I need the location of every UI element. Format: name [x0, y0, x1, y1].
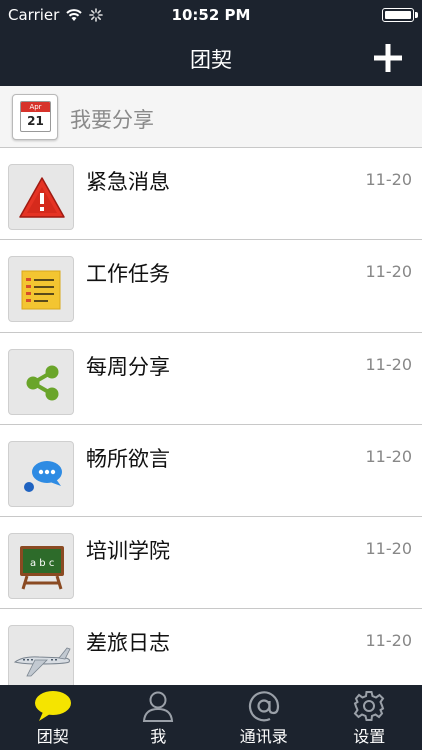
item-thumbnail	[8, 625, 74, 692]
item-date: 11-20	[365, 262, 413, 282]
calendar-month: Apr	[21, 102, 50, 112]
tab-contacts[interactable]: 通讯录	[211, 685, 317, 750]
svg-text:a b c: a b c	[30, 558, 54, 569]
at-sign-icon	[248, 691, 279, 722]
tab-bar: 团契 我 通讯录 设置	[0, 685, 422, 750]
category-list: 紧急消息 11-20 工作任务 11-20 每周分享 11-20 畅所欲言 11…	[0, 148, 422, 702]
page-title: 团契	[190, 48, 232, 72]
status-bar: Carrier 10:52 PM	[0, 0, 422, 30]
item-thumbnail	[8, 440, 74, 507]
item-thumbnail	[8, 164, 74, 230]
tab-settings[interactable]: 设置	[317, 685, 422, 750]
item-title: 工作任务	[86, 262, 170, 287]
calendar-day: 21	[27, 114, 44, 128]
share-icon	[26, 365, 59, 401]
item-date: 11-20	[365, 631, 413, 651]
item-date: 11-20	[365, 354, 413, 374]
tab-me[interactable]: 我	[106, 685, 212, 750]
item-thumbnail: a b c	[8, 533, 74, 600]
item-title: 培训学院	[86, 539, 170, 564]
navigation-bar: 团契	[0, 30, 422, 86]
list-item[interactable]: 每周分享 11-20	[0, 332, 422, 425]
speech-bubble-icon	[34, 691, 71, 721]
list-item[interactable]: 工作任务 11-20	[0, 240, 422, 333]
tab-fellowship[interactable]: 团契	[0, 685, 106, 750]
warning-icon	[19, 177, 65, 218]
list-item[interactable]: a b c 培训学院 11-20	[0, 517, 422, 610]
item-title: 差旅日志	[86, 631, 170, 656]
status-time: 10:52 PM	[171, 6, 251, 24]
add-button[interactable]	[370, 40, 406, 76]
item-title: 每周分享	[86, 354, 170, 379]
share-placeholder[interactable]: 我要分享	[70, 104, 154, 134]
chalkboard-icon: a b c	[20, 546, 64, 590]
item-title: 紧急消息	[86, 170, 170, 194]
tab-label: 通讯录	[239, 727, 288, 746]
calendar-icon: Apr 21	[12, 94, 58, 140]
item-date: 11-20	[365, 539, 413, 559]
item-date: 11-20	[365, 446, 413, 466]
airplane-icon	[13, 648, 71, 677]
item-thumbnail	[8, 256, 74, 323]
tab-label: 设置	[353, 727, 386, 746]
item-title: 畅所欲言	[86, 446, 170, 471]
share-compose-row[interactable]: Apr 21 我要分享	[0, 86, 422, 148]
item-date: 11-20	[365, 170, 413, 189]
item-thumbnail	[8, 348, 74, 415]
battery-icon	[382, 8, 418, 22]
chat-bubbles-icon	[24, 460, 62, 492]
task-note-icon	[21, 270, 61, 310]
tab-label: 我	[150, 727, 167, 746]
list-item[interactable]: 畅所欲言 11-20	[0, 424, 422, 518]
list-item[interactable]: 紧急消息 11-20	[0, 148, 422, 241]
gear-icon	[353, 691, 385, 721]
tab-label: 团契	[36, 727, 69, 746]
plus-icon	[374, 44, 402, 72]
user-icon	[143, 691, 174, 722]
